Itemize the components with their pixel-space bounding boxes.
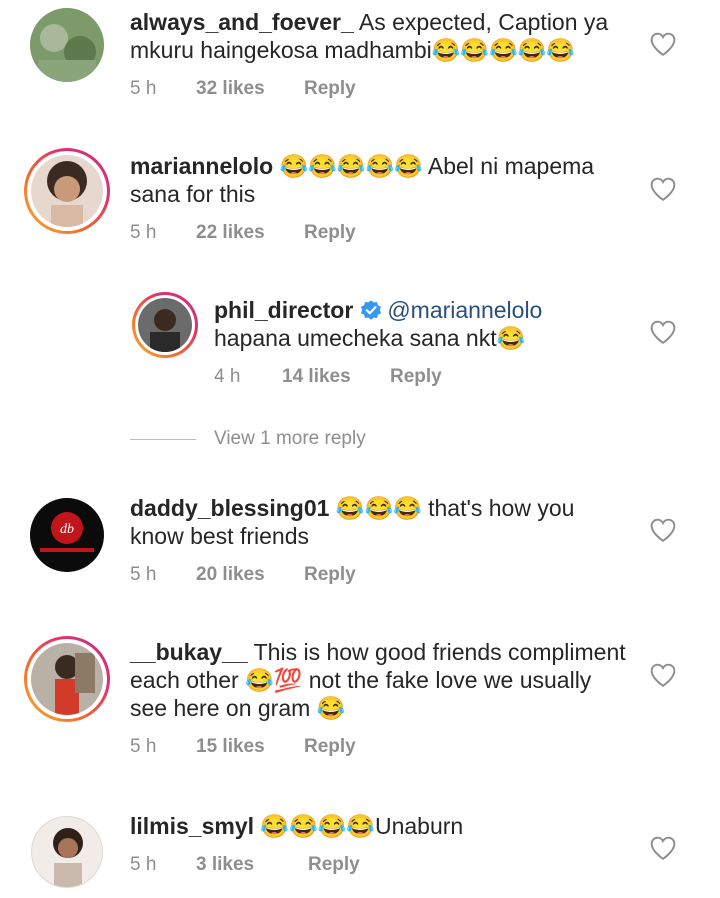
comment-meta: 5 h 3 likes Reply — [130, 854, 630, 876]
avatar[interactable] — [30, 8, 104, 82]
avatar — [138, 298, 192, 352]
comment-body: always_and_foever_ As expected, Caption … — [130, 8, 630, 100]
comment-text: __bukay__ This is how good friends compl… — [130, 638, 630, 722]
heart-outline-icon[interactable] — [650, 663, 676, 687]
comment-time: 5 h — [130, 222, 157, 243]
divider — [130, 438, 196, 440]
reply-button[interactable]: Reply — [304, 78, 356, 100]
view-more-label[interactable]: View 1 more reply — [214, 428, 366, 450]
comment-body: daddy_blessing01 😂😂😂 that's how you know… — [130, 494, 630, 586]
comment-text: daddy_blessing01 😂😂😂 that's how you know… — [130, 494, 630, 550]
mention-link[interactable]: @mariannelolo — [387, 297, 542, 323]
comment-username[interactable]: phil_director — [214, 297, 353, 323]
comment-meta: 5 h 32 likes Reply — [130, 78, 630, 100]
heart-outline-icon[interactable] — [650, 836, 676, 860]
heart-outline-icon[interactable] — [650, 32, 676, 56]
comment-time: 5 h — [130, 78, 157, 99]
comment-message: hapana umecheka sana nkt😂 — [214, 325, 526, 351]
comments-feed: always_and_foever_ As expected, Caption … — [0, 0, 720, 898]
comment-body: mariannelolo 😂😂😂😂😂 Abel ni mapema sana f… — [130, 152, 630, 244]
comment-likes[interactable]: 32 likes — [196, 78, 304, 100]
comment-time: 5 h — [130, 736, 157, 757]
reply-button[interactable]: Reply — [304, 222, 356, 244]
comment-username[interactable]: lilmis_smyl — [130, 813, 254, 839]
comment-username[interactable]: daddy_blessing01 — [130, 495, 329, 521]
comment-text: always_and_foever_ As expected, Caption … — [130, 8, 630, 64]
heart-outline-icon[interactable] — [650, 177, 676, 201]
avatar[interactable] — [31, 816, 103, 888]
svg-text:db: db — [60, 522, 74, 537]
comment-time: 4 h — [214, 366, 241, 387]
reply-button[interactable]: Reply — [390, 366, 442, 388]
comment-body: lilmis_smyl 😂😂😂😂Unaburn 5 h 3 likes Repl… — [130, 812, 630, 876]
comment-likes[interactable]: 3 likes — [196, 854, 308, 876]
comment-meta: 5 h 15 likes Reply — [130, 736, 630, 758]
comment-likes[interactable]: 15 likes — [196, 736, 304, 758]
comment-username[interactable]: mariannelolo — [130, 153, 273, 179]
reply-button[interactable]: Reply — [304, 736, 356, 758]
heart-outline-icon[interactable] — [650, 518, 676, 542]
reply-button[interactable]: Reply — [308, 854, 360, 876]
comment-text: phil_director @mariannelolo hapana umech… — [214, 296, 634, 352]
comment-username[interactable]: always_and_foever_ — [130, 9, 354, 35]
story-ring[interactable] — [24, 636, 110, 722]
comment-time: 5 h — [130, 854, 157, 875]
comment-meta: 5 h 22 likes Reply — [130, 222, 630, 244]
view-more-replies[interactable]: View 1 more reply — [130, 428, 366, 450]
comment-likes[interactable]: 20 likes — [196, 564, 304, 586]
comment-text: mariannelolo 😂😂😂😂😂 Abel ni mapema sana f… — [130, 152, 630, 208]
comment-text: lilmis_smyl 😂😂😂😂Unaburn — [130, 812, 630, 840]
comment-message: 😂😂😂😂Unaburn — [260, 813, 464, 839]
comment-meta: 5 h 20 likes Reply — [130, 564, 630, 586]
comment-likes[interactable]: 14 likes — [282, 366, 390, 388]
avatar — [31, 155, 103, 227]
verified-badge-icon — [361, 300, 382, 320]
heart-outline-icon[interactable] — [650, 320, 676, 344]
story-ring[interactable] — [24, 148, 110, 234]
comment-time: 5 h — [130, 564, 157, 585]
avatar[interactable]: db — [30, 498, 104, 572]
comment-username[interactable]: __bukay__ — [130, 639, 248, 665]
reply-button[interactable]: Reply — [304, 564, 356, 586]
comment-meta: 4 h 14 likes Reply — [214, 366, 634, 388]
avatar — [31, 643, 103, 715]
reply-body: phil_director @mariannelolo hapana umech… — [214, 296, 634, 388]
comment-body: __bukay__ This is how good friends compl… — [130, 638, 630, 758]
comment-likes[interactable]: 22 likes — [196, 222, 304, 244]
story-ring[interactable] — [132, 292, 198, 358]
